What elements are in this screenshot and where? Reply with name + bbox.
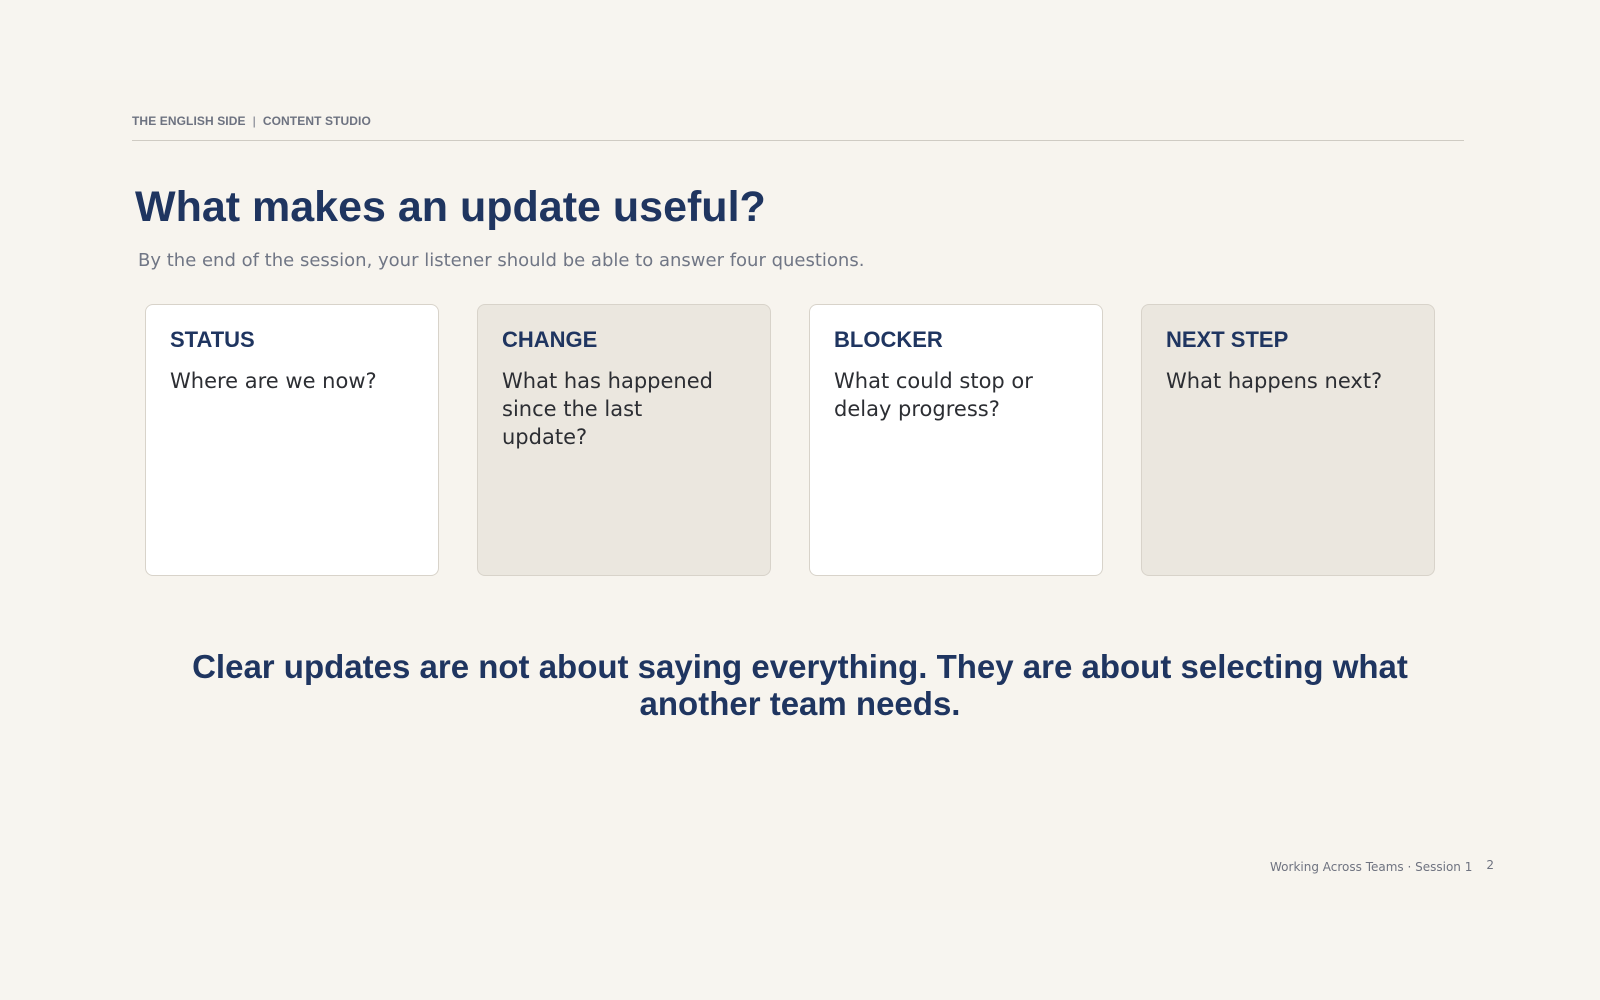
- card-label: CHANGE: [502, 327, 598, 352]
- slide-header: THE ENGLISH SIDE | CONTENT STUDIO: [132, 114, 1464, 141]
- card-text: What happens next?: [1166, 369, 1383, 393]
- card-text: What could stop or delay progress?: [834, 369, 1033, 421]
- slide-subtitle: By the end of the session, your listener…: [138, 250, 865, 271]
- takeaway-statement: Clear updates are not about saying every…: [192, 648, 1408, 722]
- slide: THE ENGLISH SIDE | CONTENT STUDIO What mak…: [60, 80, 1540, 910]
- card-label: BLOCKER: [834, 327, 943, 352]
- card-text: Where are we now?: [170, 369, 377, 393]
- card-label: STATUS: [170, 327, 255, 352]
- card-next-step: NEXT STEP What happens next?: [1141, 304, 1435, 576]
- header-separator: |: [252, 114, 256, 128]
- page-number: 2: [1486, 858, 1494, 872]
- card-change: CHANGE What has happened since the last …: [477, 304, 771, 576]
- card-label: NEXT STEP: [1166, 327, 1289, 352]
- brand-label: THE ENGLISH SIDE: [132, 114, 246, 128]
- card-text: What has happened since the last update?: [502, 369, 713, 449]
- slide-footer: Working Across Teams · Session 1 2: [1270, 858, 1494, 874]
- course-label: Working Across Teams · Session 1: [1270, 860, 1473, 874]
- section-label: CONTENT STUDIO: [262, 114, 371, 128]
- card-blocker: BLOCKER What could stop or delay progres…: [809, 304, 1103, 576]
- slide-title: What makes an update useful?: [135, 183, 766, 231]
- card-status: STATUS Where are we now?: [145, 304, 439, 576]
